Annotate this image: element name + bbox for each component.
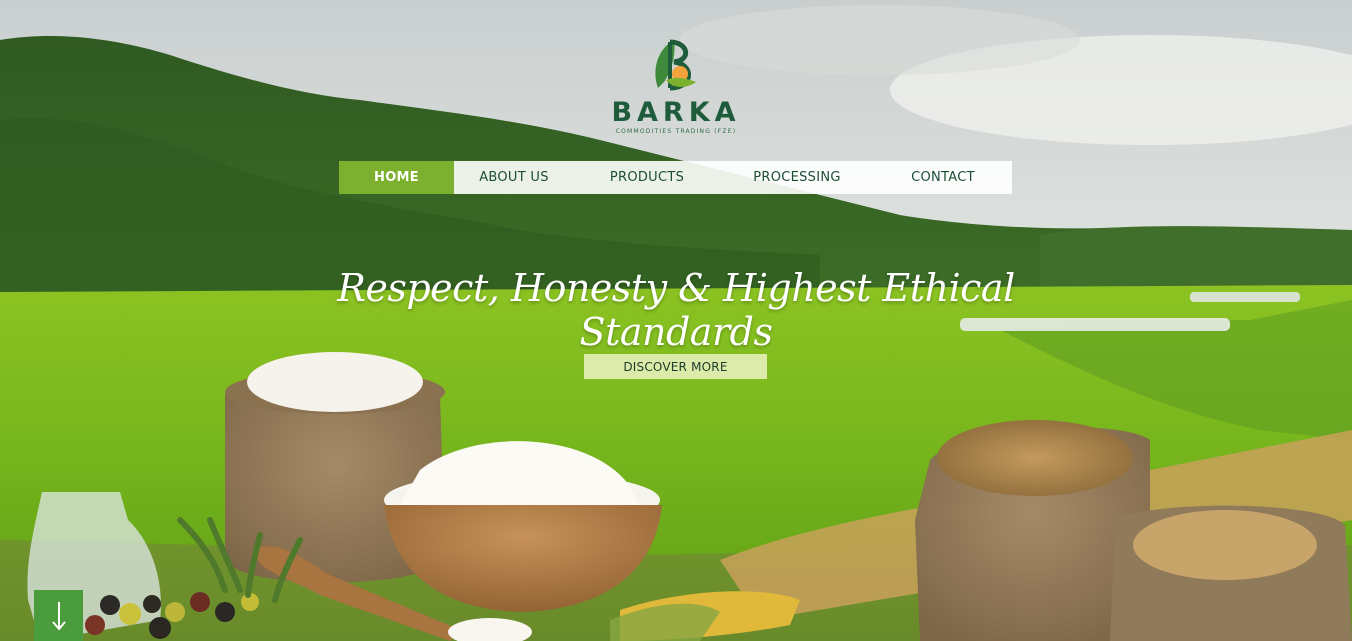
main-nav: HOME ABOUT US PRODUCTS PROCESSING CONTAC… bbox=[339, 161, 1012, 194]
hero-tagline: Respect, Honesty & Highest Ethical Stand… bbox=[337, 266, 1015, 354]
nav-item-processing[interactable]: PROCESSING bbox=[720, 161, 874, 194]
brand-subtitle: COMMODITIES TRADING (FZE) bbox=[615, 128, 737, 135]
nav-item-products[interactable]: PRODUCTS bbox=[574, 161, 720, 194]
logo-leaf-b-icon bbox=[655, 39, 696, 91]
nav-item-home[interactable]: HOME bbox=[339, 161, 454, 194]
scroll-down-button[interactable] bbox=[34, 590, 83, 641]
arrow-down-icon bbox=[51, 601, 66, 631]
discover-more-button[interactable]: DISCOVER MORE bbox=[584, 354, 767, 379]
brand-name: BARKA bbox=[611, 97, 741, 128]
nav-item-about-us[interactable]: ABOUT US bbox=[454, 161, 574, 194]
brand-logo[interactable]: BARKA COMMODITIES TRADING (FZE) bbox=[606, 36, 746, 136]
nav-item-contact[interactable]: CONTACT bbox=[874, 161, 1012, 194]
